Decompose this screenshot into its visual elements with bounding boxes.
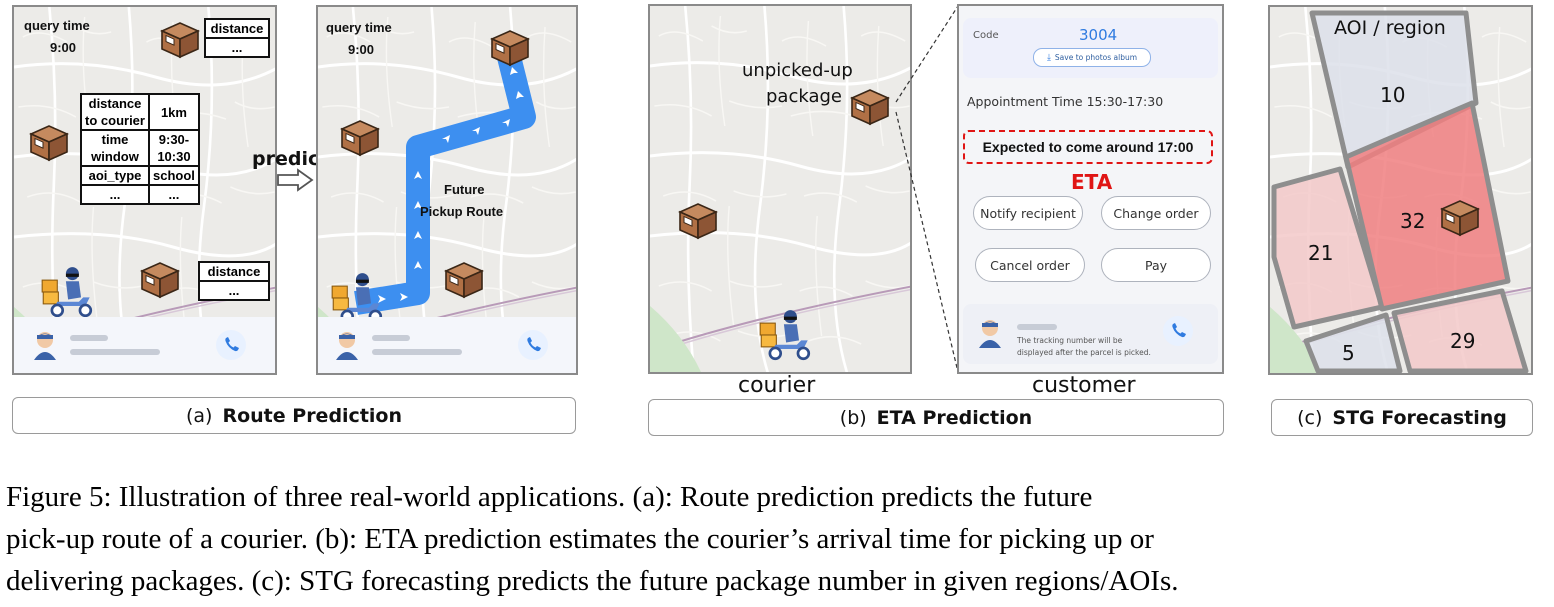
download-icon: ⤓ — [1046, 52, 1051, 63]
package-attribute-table: distance to courier 1km time window 9:30-10… — [80, 93, 200, 205]
region-polygons — [1271, 10, 1529, 373]
avatar-icon — [334, 330, 360, 360]
attribute-name: aoi_type — [80, 165, 150, 186]
phone-icon[interactable] — [1163, 316, 1193, 346]
courier-info-bar — [14, 317, 275, 373]
caption-prefix: (b) — [839, 406, 867, 429]
attribute-value: 1km — [148, 93, 200, 131]
region-count-32: 32 — [1400, 209, 1426, 233]
pickup-code-card: Code 3004 ⤓ Save to photos album — [963, 18, 1218, 78]
save-photos-label: Save to photos album — [1054, 53, 1138, 62]
attribute-row: distance to courier 1km — [80, 93, 200, 131]
region-count-21: 21 — [1308, 241, 1334, 265]
expected-time-text: Expected to come around 17:00 — [982, 139, 1194, 155]
attribute-value: 9:30-10:30 — [148, 129, 200, 167]
caption-title: ETA Prediction — [876, 406, 1033, 429]
distance-value: ... — [198, 280, 270, 301]
figure-caption-line-2: pick-up route of a courier. (b): ETA pre… — [6, 523, 1154, 555]
courier-info-bar — [318, 317, 576, 373]
caption-box-stg-forecasting: (c) STG Forecasting — [1271, 399, 1533, 436]
region-count-29: 29 — [1450, 329, 1476, 353]
code-label: Code — [973, 30, 999, 41]
distance-value: ... — [204, 37, 270, 58]
region-count-5: 5 — [1342, 341, 1355, 365]
attribute-name: ... — [80, 184, 150, 205]
pay-button[interactable]: Pay — [1101, 248, 1211, 282]
redacted-name — [1017, 324, 1057, 330]
distance-table-bottom: distance ... — [198, 261, 270, 301]
route-map-current: query time 9:00 distance ... distance to… — [12, 5, 277, 375]
hollow-arrow-icon — [277, 168, 314, 192]
package-box-icon — [488, 27, 532, 67]
tracking-note: displayed after the parcel is picked. — [1017, 348, 1151, 357]
package-box-icon — [138, 259, 182, 299]
change-order-button[interactable]: Change order — [1101, 196, 1211, 230]
package-box-icon — [442, 259, 486, 299]
attribute-name: distance to courier — [80, 93, 150, 131]
redacted-phone — [70, 349, 160, 355]
distance-label: distance — [198, 261, 270, 282]
stg-region-map: AOI / region 10 21 32 5 29 — [1268, 5, 1533, 375]
phone-icon[interactable] — [216, 330, 246, 360]
avatar-icon — [32, 330, 58, 360]
figure-caption-line-1: Figure 5: Illustration of three real-wor… — [6, 481, 1093, 513]
courier-label: courier — [738, 373, 816, 398]
redacted-phone — [372, 349, 462, 355]
customer-label: customer — [1032, 373, 1136, 398]
avatar-icon — [977, 318, 1003, 348]
future-route-label: Future — [444, 182, 485, 197]
attribute-row: time window 9:30-10:30 — [80, 129, 200, 167]
cancel-order-button[interactable]: Cancel order — [975, 248, 1085, 282]
distance-label: distance — [204, 18, 270, 39]
package-box-icon — [848, 86, 892, 126]
region-count-10: 10 — [1380, 83, 1406, 107]
package-box-icon — [676, 200, 720, 240]
caption-title: Route Prediction — [222, 404, 402, 427]
caption-prefix: (c) — [1297, 406, 1323, 429]
eta-label: ETA — [1071, 170, 1113, 194]
courier-scooter-icon — [40, 265, 94, 319]
caption-title: STG Forecasting — [1332, 406, 1507, 429]
code-value: 3004 — [1079, 26, 1118, 44]
expected-time-box: Expected to come around 17:00 — [963, 130, 1213, 164]
customer-app-screen: Code 3004 ⤓ Save to photos album Appoint… — [957, 4, 1224, 374]
caption-prefix: (a) — [186, 404, 213, 427]
distance-table-top: distance ... — [204, 18, 270, 58]
phone-icon[interactable] — [518, 330, 548, 360]
package-box-icon — [1438, 197, 1482, 237]
figure-caption-line-3: delivering packages. (c): STG forecastin… — [6, 565, 1179, 597]
route-map-future: query time 9:00 Future Pickup Route — [316, 5, 578, 375]
redacted-name — [70, 335, 108, 341]
package-box-icon — [158, 19, 202, 59]
attribute-value: ... — [148, 184, 200, 205]
query-time-label: query time — [24, 18, 90, 33]
aoi-region-title: AOI / region — [1334, 17, 1446, 39]
tracking-note: The tracking number will be — [1017, 336, 1123, 345]
save-photos-button[interactable]: ⤓ Save to photos album — [1033, 48, 1151, 67]
attribute-name: time window — [80, 129, 150, 167]
appointment-time: Appointment Time 15:30-17:30 — [967, 94, 1164, 109]
attribute-row: aoi_type school — [80, 165, 200, 186]
unpicked-package-label: package — [766, 86, 842, 107]
eta-courier-map: unpicked-up package — [648, 4, 912, 374]
unpicked-package-label: unpicked-up — [742, 60, 853, 81]
query-time-value: 9:00 — [50, 40, 77, 55]
caption-box-eta-prediction: (b) ETA Prediction — [648, 399, 1224, 436]
courier-contact-card: The tracking number will be displayed af… — [963, 304, 1218, 364]
attribute-value: school — [148, 165, 200, 186]
attribute-row: ...... — [80, 184, 200, 205]
future-route-label: Pickup Route — [420, 204, 504, 219]
redacted-name — [372, 335, 410, 341]
courier-scooter-icon — [758, 308, 812, 362]
package-box-icon — [338, 117, 382, 157]
package-box-icon — [27, 122, 71, 162]
caption-box-route-prediction: (a) Route Prediction — [12, 397, 576, 434]
notify-recipient-button[interactable]: Notify recipient — [973, 196, 1083, 230]
